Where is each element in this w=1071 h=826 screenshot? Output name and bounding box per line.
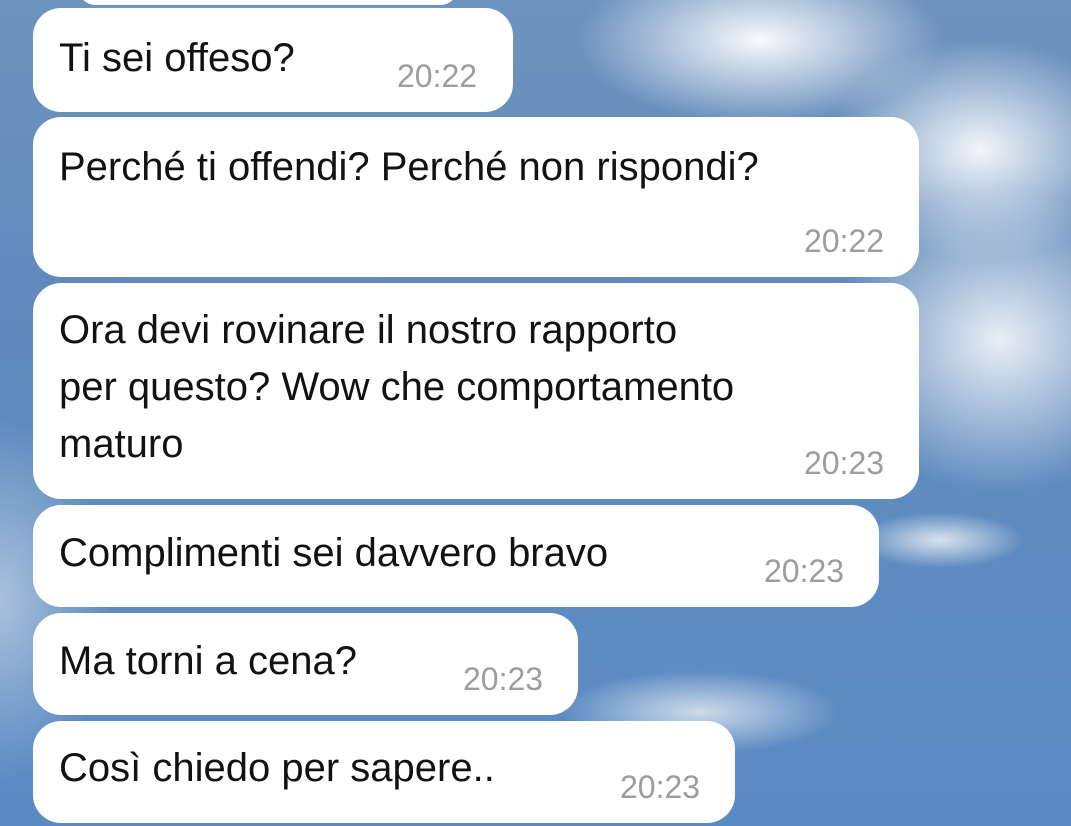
message-bubble[interactable]: Ora devi rovinare il nostro rapporto per… [33, 283, 919, 499]
chat-background: Ti sei offeso? 20:22 Perché ti offendi? … [0, 0, 1071, 826]
message-text: Così chiedo per sapere.. [59, 746, 495, 790]
message-time: 20:23 [463, 661, 544, 697]
previous-message-bubble[interactable] [78, 0, 458, 5]
message-text: Ma torni a cena? [59, 639, 357, 683]
message-bubble[interactable]: Ma torni a cena? 20:23 [33, 613, 578, 715]
message-text: Ti sei offeso? [59, 36, 295, 80]
message-text-line: per questo? Wow che comportamento [59, 365, 735, 409]
message-time: 20:23 [804, 445, 885, 481]
message-bubble[interactable]: Così chiedo per sapere.. 20:23 [33, 721, 735, 823]
message-text: Complimenti sei davvero bravo [59, 531, 609, 575]
message-text-line: maturo [59, 422, 184, 466]
message-text: Perché ti offendi? Perché non rispondi? [59, 145, 759, 189]
message-time: 20:22 [804, 223, 885, 259]
message-bubble[interactable]: Perché ti offendi? Perché non rispondi? … [33, 117, 919, 277]
message-bubble[interactable]: Complimenti sei davvero bravo 20:23 [33, 505, 879, 607]
message-bubble[interactable]: Ti sei offeso? 20:22 [33, 8, 513, 112]
message-text-line: Ora devi rovinare il nostro rapporto [59, 308, 678, 352]
message-time: 20:23 [764, 553, 845, 589]
message-time: 20:22 [397, 58, 478, 94]
message-time: 20:23 [620, 769, 701, 805]
